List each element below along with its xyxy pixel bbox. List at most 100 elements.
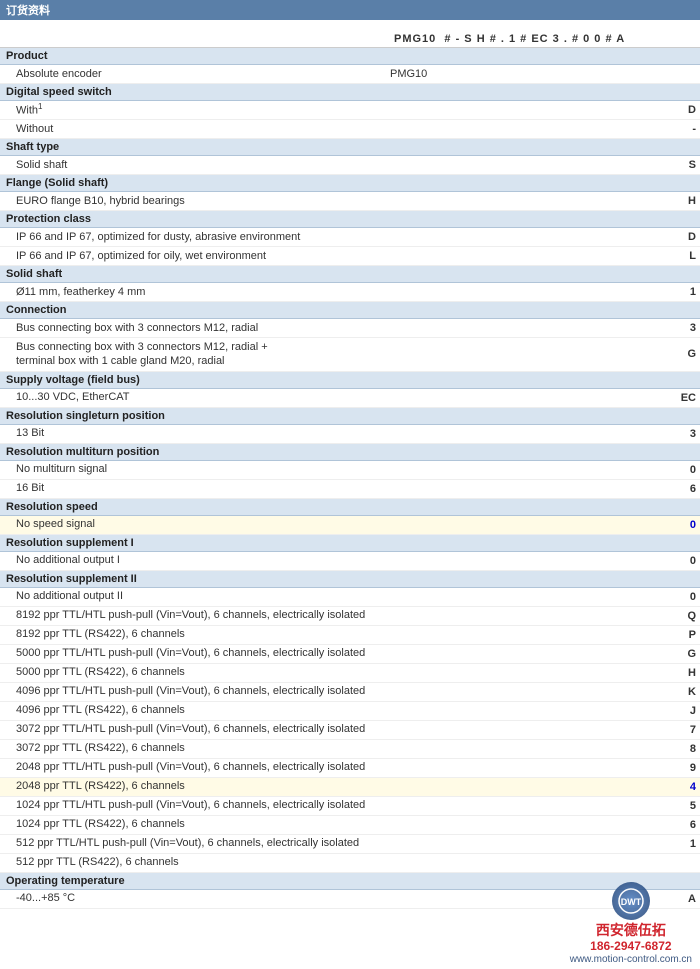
row-label: 2048 ppr TTL (RS422), 6 channels bbox=[0, 778, 390, 794]
code-string: PMG10 # - S H # . 1 # EC 3 . # 0 0 # A bbox=[394, 33, 625, 45]
row-values: H bbox=[390, 192, 700, 210]
table-row: No additional output I 0 bbox=[0, 552, 700, 571]
row-value: 6 bbox=[690, 819, 696, 831]
row-label: 5000 ppr TTL (RS422), 6 channels bbox=[0, 664, 390, 680]
table-row: Ø11 mm, featherkey 4 mm1 bbox=[0, 283, 700, 302]
row-values: J bbox=[390, 702, 700, 720]
section-header-supply-voltage: Supply voltage (field bus) bbox=[0, 372, 700, 389]
row-label: 3072 ppr TTL/HTL push-pull (Vin=Vout), 6… bbox=[0, 721, 390, 737]
row-value: G bbox=[687, 348, 696, 360]
row-label: Absolute encoder bbox=[0, 66, 390, 82]
row-value: J bbox=[690, 705, 696, 717]
row-values: G bbox=[390, 345, 700, 363]
row-values: L bbox=[390, 247, 700, 265]
table-row: 4096 ppr TTL/HTL push-pull (Vin=Vout), 6… bbox=[0, 683, 700, 702]
table-row: 5000 ppr TTL/HTL push-pull (Vin=Vout), 6… bbox=[0, 645, 700, 664]
row-value: 0 bbox=[690, 519, 696, 531]
row-label: IP 66 and IP 67, optimized for oily, wet… bbox=[0, 248, 390, 264]
section-header-resolution-multiturn: Resolution multiturn position bbox=[0, 444, 700, 461]
row-values: 6 bbox=[390, 480, 700, 498]
row-values: 4 bbox=[390, 778, 700, 796]
row-label: 8192 ppr TTL/HTL push-pull (Vin=Vout), 6… bbox=[0, 607, 390, 623]
row-value: 9 bbox=[690, 762, 696, 774]
row-values: 0 bbox=[390, 516, 700, 534]
table-row: 8192 ppr TTL/HTL push-pull (Vin=Vout), 6… bbox=[0, 607, 700, 626]
row-label: 5000 ppr TTL/HTL push-pull (Vin=Vout), 6… bbox=[0, 645, 390, 661]
section-header-protection-class: Protection class bbox=[0, 211, 700, 228]
row-value: K bbox=[688, 686, 696, 698]
table-row: Without- bbox=[0, 120, 700, 139]
row-values: 3 bbox=[390, 319, 700, 337]
table-row: 13 Bit3 bbox=[0, 425, 700, 444]
row-value: PMG10 bbox=[390, 68, 427, 80]
row-label: 13 Bit bbox=[0, 425, 390, 441]
row-value: 5 bbox=[690, 800, 696, 812]
row-value: 3 bbox=[690, 322, 696, 334]
table-row: 8192 ppr TTL (RS422), 6 channels P bbox=[0, 626, 700, 645]
page-container: 订货资料 PMG10 # - S H # . 1 # EC 3 . # 0 0 … bbox=[0, 0, 700, 969]
row-label: 3072 ppr TTL (RS422), 6 channels bbox=[0, 740, 390, 756]
row-value: D bbox=[688, 104, 696, 116]
row-value: D bbox=[688, 231, 696, 243]
row-values: 8 bbox=[390, 740, 700, 758]
row-label: No additional output I bbox=[0, 552, 390, 568]
table-row: 1024 ppr TTL (RS422), 6 channels6 bbox=[0, 816, 700, 835]
row-values: D bbox=[390, 101, 700, 119]
section-header-connection: Connection bbox=[0, 302, 700, 319]
row-value: EC bbox=[681, 392, 696, 404]
row-values: 1 bbox=[390, 835, 700, 853]
row-values: 0 bbox=[390, 552, 700, 570]
row-values: K bbox=[390, 683, 700, 701]
row-values: 3 bbox=[390, 425, 700, 443]
row-value: 0 bbox=[690, 591, 696, 603]
table-row: No additional output II0 bbox=[0, 588, 700, 607]
table-row: 16 Bit6 bbox=[0, 480, 700, 499]
section-header-operating-temp: Operating temperature bbox=[0, 873, 700, 890]
row-values: 5 bbox=[390, 797, 700, 815]
code-headers: PMG10 # - S H # . 1 # EC 3 . # 0 0 # A bbox=[390, 33, 700, 45]
top-bar: 订货资料 bbox=[0, 0, 700, 20]
table-row: 2048 ppr TTL (RS422), 6 channels4 bbox=[0, 778, 700, 797]
table-row: No speed signal0 bbox=[0, 516, 700, 535]
row-label: 1024 ppr TTL/HTL push-pull (Vin=Vout), 6… bbox=[0, 797, 390, 813]
section-header-shaft-type: Shaft type bbox=[0, 139, 700, 156]
section-header-solid-shaft: Solid shaft bbox=[0, 266, 700, 283]
row-label: Bus connecting box with 3 connectors M12… bbox=[0, 338, 390, 371]
row-value: 0 bbox=[690, 555, 696, 567]
table-row: Bus connecting box with 3 connectors M12… bbox=[0, 338, 700, 372]
section-header-resolution-singleturn: Resolution singleturn position bbox=[0, 408, 700, 425]
row-value: G bbox=[687, 648, 696, 660]
table-row: 5000 ppr TTL (RS422), 6 channels H bbox=[0, 664, 700, 683]
watermark-phone: 186-2947-6872 bbox=[590, 939, 671, 953]
table-row: 512 ppr TTL (RS422), 6 channels bbox=[0, 854, 700, 873]
top-bar-label: 订货资料 bbox=[6, 5, 50, 17]
section-header-resolution-supplement-1: Resolution supplement I bbox=[0, 535, 700, 552]
row-values: 0 bbox=[390, 588, 700, 606]
bottom-section: DWT 西安德伍拓 186-2947-6872 www.motion-contr… bbox=[0, 909, 700, 969]
row-value: 6 bbox=[690, 483, 696, 495]
table-row: 512 ppr TTL/HTL push-pull (Vin=Vout), 6 … bbox=[0, 835, 700, 854]
section-header-resolution-speed: Resolution speed bbox=[0, 499, 700, 516]
table-row: 3072 ppr TTL (RS422), 6 channels 8 bbox=[0, 740, 700, 759]
row-values: S bbox=[390, 156, 700, 174]
row-value: 8 bbox=[690, 743, 696, 755]
row-value: 7 bbox=[690, 724, 696, 736]
column-headers: PMG10 # - S H # . 1 # EC 3 . # 0 0 # A bbox=[0, 20, 700, 48]
row-value: H bbox=[688, 667, 696, 679]
main-content: ProductAbsolute encoderPMG10Digital spee… bbox=[0, 48, 700, 909]
table-row: 4096 ppr TTL (RS422), 6 channelsJ bbox=[0, 702, 700, 721]
row-label: IP 66 and IP 67, optimized for dusty, ab… bbox=[0, 229, 390, 245]
row-value: Q bbox=[687, 610, 696, 622]
row-values: 9 bbox=[390, 759, 700, 777]
row-label: 8192 ppr TTL (RS422), 6 channels bbox=[0, 626, 390, 642]
row-value: P bbox=[689, 629, 696, 641]
row-label: Ø11 mm, featherkey 4 mm bbox=[0, 284, 390, 300]
row-values: PMG10 bbox=[390, 65, 700, 83]
section-header-product: Product bbox=[0, 48, 700, 65]
row-values: 0 bbox=[390, 461, 700, 479]
table-row: 10...30 VDC, EtherCATEC bbox=[0, 389, 700, 408]
row-value: 0 bbox=[690, 464, 696, 476]
row-label: -40...+85 °C bbox=[0, 890, 390, 906]
table-row: Solid shaftS bbox=[0, 156, 700, 175]
section-header-resolution-supplement-2: Resolution supplement II bbox=[0, 571, 700, 588]
